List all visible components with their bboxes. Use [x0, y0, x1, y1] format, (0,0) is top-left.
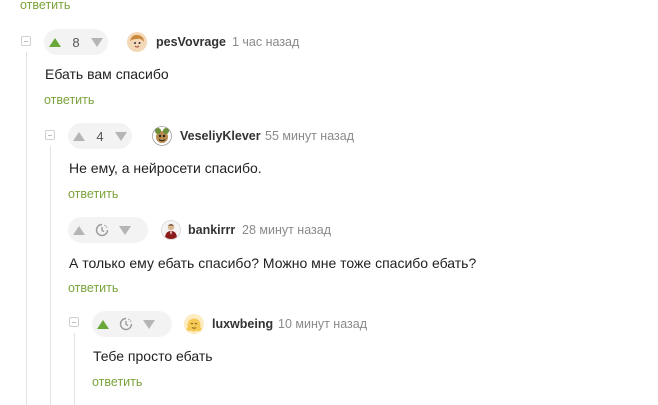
thread-line-level-4: [74, 333, 75, 405]
upvote-icon: [97, 319, 109, 329]
upvote-button[interactable]: [68, 217, 90, 243]
username[interactable]: VeseliyKlever: [180, 129, 261, 143]
comment-text: Не ему, а нейросети спасибо.: [69, 160, 262, 176]
timestamp: 28 минут назад: [242, 223, 331, 237]
rating-control: 8: [44, 29, 108, 55]
collapse-button[interactable]: [21, 36, 31, 46]
rating-value: 8: [72, 34, 80, 50]
downvote-button[interactable]: [114, 217, 136, 243]
reply-link[interactable]: ответить: [44, 93, 94, 107]
rating-control: [92, 311, 172, 337]
downvote-icon: [115, 131, 127, 141]
avatar[interactable]: [127, 32, 147, 52]
reply-link[interactable]: ответить: [68, 187, 118, 201]
avatar-image: [127, 32, 147, 52]
collapse-button[interactable]: [45, 130, 55, 140]
timestamp: 10 минут назад: [278, 317, 367, 331]
username[interactable]: pesVovrage: [156, 35, 226, 49]
reply-link-previous[interactable]: ответить: [20, 0, 70, 12]
avatar[interactable]: [161, 220, 181, 240]
avatar-image: [184, 314, 204, 334]
reply-link[interactable]: ответить: [92, 375, 142, 389]
rating-control: [68, 217, 148, 243]
timestamp: 55 минут назад: [265, 129, 354, 143]
comment-text: Тебе просто ебать: [93, 348, 213, 364]
username[interactable]: luxwbeing: [212, 317, 273, 331]
upvote-button[interactable]: [68, 123, 90, 149]
timestamp: 1 час назад: [232, 35, 300, 49]
avatar[interactable]: [184, 314, 204, 334]
upvote-icon: [73, 225, 85, 235]
rating-value: 4: [96, 128, 104, 144]
thread-line-level-2: [50, 146, 51, 405]
avatar-image: [162, 221, 180, 239]
downvote-button[interactable]: [86, 29, 108, 55]
upvote-button[interactable]: [92, 311, 114, 337]
reply-link[interactable]: ответить: [68, 281, 118, 295]
thread-line-level-1: [26, 52, 27, 405]
comment-text: А только ему ебать спасибо? Можно мне то…: [69, 255, 477, 271]
username[interactable]: bankirrr: [188, 223, 235, 237]
comment-text: Ебать вам спасибо: [45, 66, 169, 82]
rating-control: 4: [68, 123, 132, 149]
avatar-image: [152, 126, 172, 146]
clock-icon: [90, 223, 114, 237]
downvote-icon: [91, 37, 103, 47]
upvote-icon: [73, 131, 85, 141]
downvote-icon: [119, 225, 131, 235]
downvote-button[interactable]: [110, 123, 132, 149]
collapse-button[interactable]: [69, 317, 79, 327]
clock-icon: [114, 317, 138, 331]
upvote-icon: [49, 37, 61, 47]
avatar[interactable]: [152, 126, 172, 146]
downvote-button[interactable]: [138, 311, 160, 337]
upvote-button[interactable]: [44, 29, 66, 55]
downvote-icon: [143, 319, 155, 329]
